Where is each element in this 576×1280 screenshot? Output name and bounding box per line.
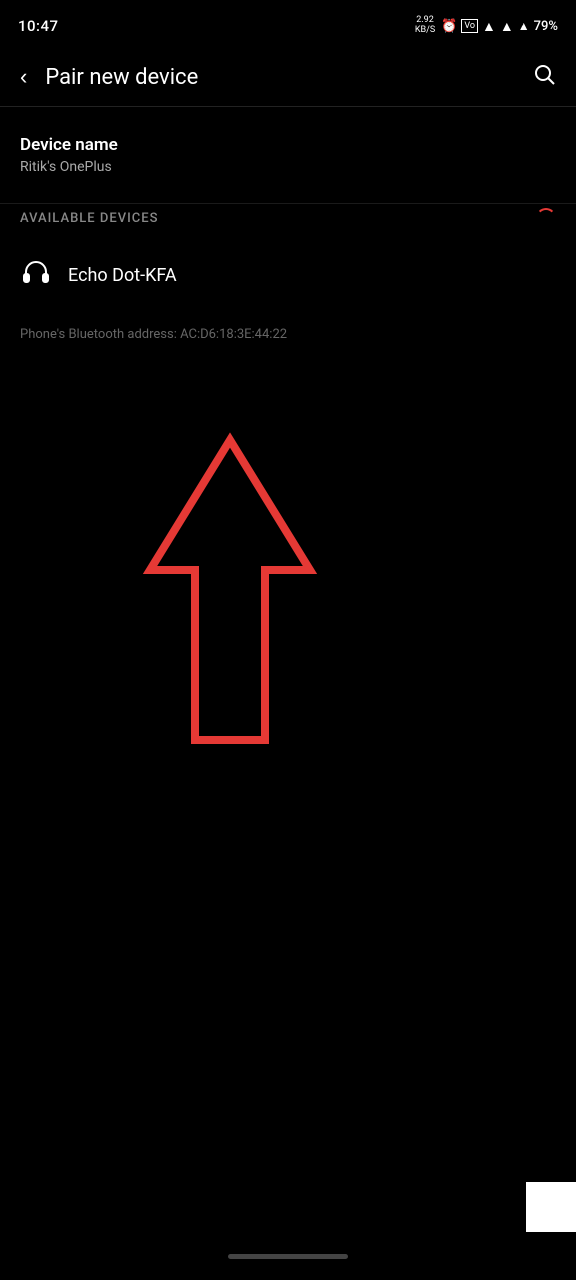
status-time: 10:47 bbox=[18, 17, 59, 35]
signal-icon: ▲ bbox=[500, 18, 514, 35]
device-item[interactable]: Echo Dot-KFA bbox=[20, 244, 556, 307]
search-icon bbox=[532, 62, 556, 86]
home-pill bbox=[228, 1254, 348, 1259]
available-devices-label: AVAILABLE DEVICES bbox=[20, 211, 158, 226]
content: Device name Ritik's OnePlus AVAILABLE DE… bbox=[0, 107, 576, 342]
headphones-svg bbox=[20, 256, 52, 288]
status-bar: 10:47 2.92 KB/S ⏰ Vo ▲ ▲ ▲✕ 79% bbox=[0, 0, 576, 48]
vol-icon: Vo bbox=[461, 19, 478, 33]
wifi-icon: ▲ bbox=[482, 18, 496, 35]
alarm-icon: ⏰ bbox=[441, 19, 457, 34]
network-speed: 2.92 KB/S bbox=[415, 16, 435, 36]
white-square-decoration bbox=[526, 1182, 576, 1232]
battery-level: 79% bbox=[534, 19, 558, 34]
spinner-arc bbox=[536, 208, 556, 228]
available-devices-section: AVAILABLE DEVICES Echo Dot-KFA bbox=[0, 208, 576, 307]
status-icons: 2.92 KB/S ⏰ Vo ▲ ▲ ▲✕ 79% bbox=[415, 16, 558, 36]
header: ‹ Pair new device bbox=[0, 48, 576, 107]
device-name-value: Ritik's OnePlus bbox=[20, 159, 556, 175]
red-arrow-annotation bbox=[100, 430, 360, 790]
device-name-label: Device name bbox=[20, 135, 556, 155]
device-name-section: Device name Ritik's OnePlus bbox=[0, 107, 576, 199]
headphone-icon bbox=[20, 256, 52, 295]
search-button[interactable] bbox=[532, 62, 556, 92]
device-item-name: Echo Dot-KFA bbox=[68, 265, 177, 286]
no-signal-icon: ▲✕ bbox=[518, 19, 530, 33]
header-left: ‹ Pair new device bbox=[12, 60, 198, 94]
bottom-nav-bar bbox=[0, 1232, 576, 1280]
loading-spinner bbox=[536, 208, 556, 228]
back-button[interactable]: ‹ bbox=[12, 60, 35, 94]
available-header: AVAILABLE DEVICES bbox=[20, 208, 556, 228]
section-divider bbox=[0, 203, 576, 204]
page-title: Pair new device bbox=[45, 65, 198, 90]
bluetooth-address: Phone's Bluetooth address: AC:D6:18:3E:4… bbox=[0, 307, 576, 342]
